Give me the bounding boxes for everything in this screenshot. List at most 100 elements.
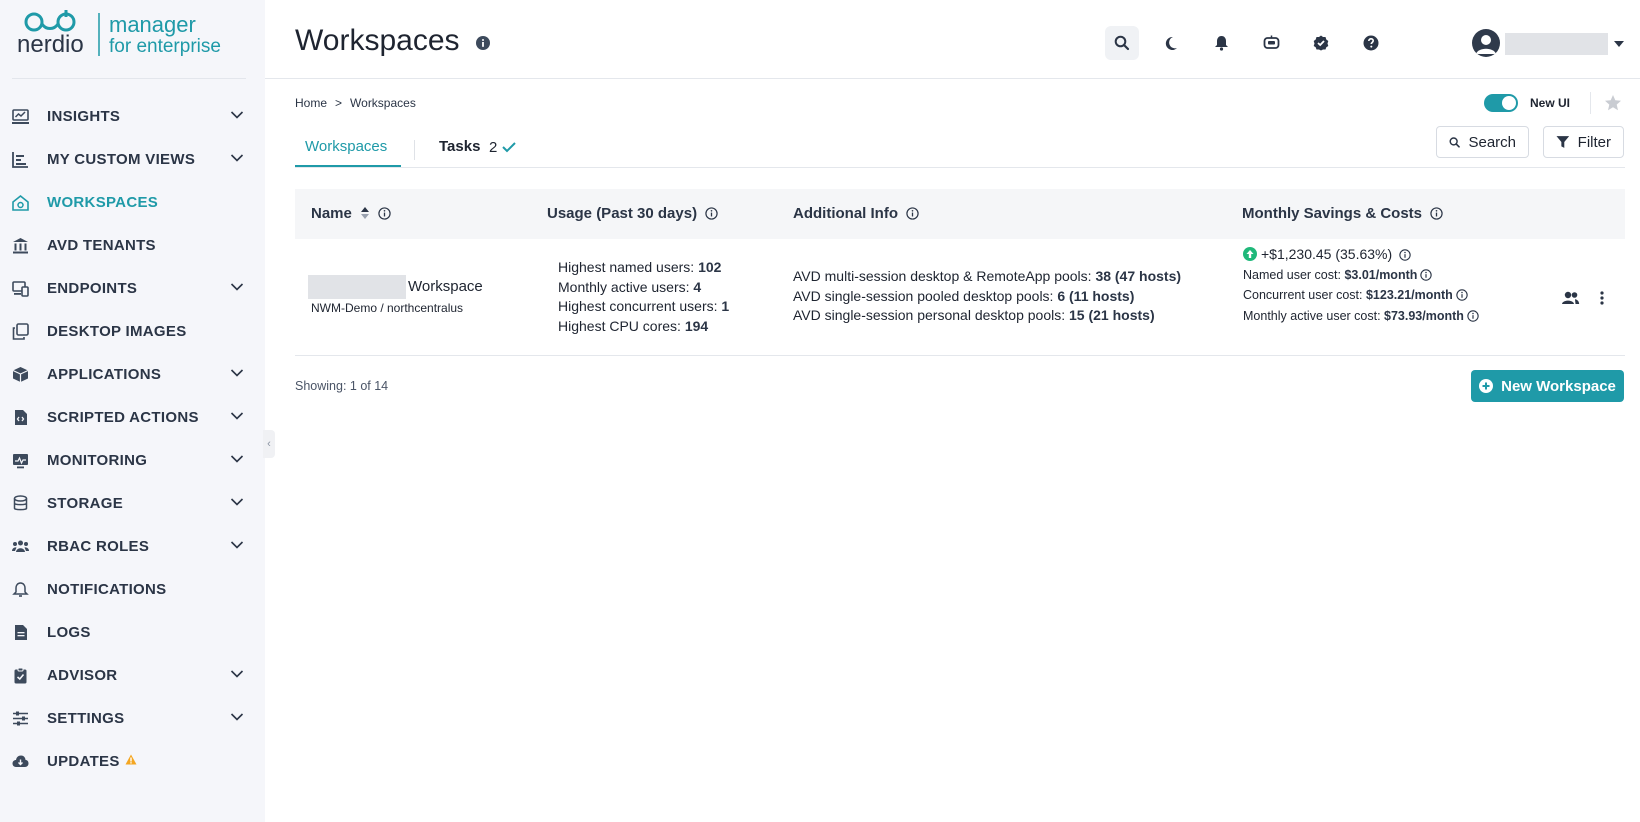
column-header-additional-info: Additional Info	[793, 205, 919, 222]
showing-label: Showing:	[295, 379, 350, 393]
chevron-down-icon[interactable]	[230, 712, 244, 722]
manage-users-icon[interactable]	[1558, 286, 1582, 310]
search-button[interactable]: Search	[1436, 126, 1529, 158]
filter-button[interactable]: Filter	[1543, 126, 1624, 158]
usage-value: 4	[693, 278, 702, 295]
sidebar-item-avd-tenants[interactable]: AVD TENANTS	[0, 225, 265, 265]
plus-circle-icon	[1479, 379, 1494, 393]
info-icon[interactable]	[705, 207, 718, 220]
chat-bot-icon[interactable]	[1254, 26, 1288, 60]
chevron-down-icon[interactable]	[230, 411, 244, 421]
sidebar-item-label: WORKSPACES	[47, 193, 159, 211]
breadcrumb-home[interactable]: Home	[295, 96, 327, 110]
column-header-name[interactable]: Name	[311, 205, 391, 222]
new-ui-toggle-label: New UI	[1530, 96, 1571, 110]
badge-check-icon[interactable]	[1304, 26, 1338, 60]
sidebar-item-workspaces[interactable]: WORKSPACES	[0, 182, 265, 222]
savings-cost-cell: +$1,230.45 (35.63%) Named user cost: $3.…	[1243, 244, 1479, 326]
cost-value: $123.21/month	[1365, 288, 1453, 302]
sidebar-item-monitoring[interactable]: MONITORING	[0, 440, 265, 480]
sidebar-item-rbac-roles[interactable]: RBAC ROLES	[0, 526, 265, 566]
new-workspace-button-label: New Workspace	[1501, 377, 1616, 395]
sidebar-item-advisor[interactable]: ADVISOR	[0, 655, 265, 695]
column-header-usage: Usage (Past 30 days)	[547, 205, 718, 222]
usage-line: Monthly active users: 4	[558, 278, 729, 298]
info-icon[interactable]	[378, 207, 391, 220]
sidebar-item-my-custom-views[interactable]: MY CUSTOM VIEWS	[0, 139, 265, 179]
script-file-icon	[12, 409, 29, 426]
help-icon[interactable]	[1354, 26, 1388, 60]
additional-info-cell: AVD multi-session desktop & RemoteApp po…	[793, 267, 1181, 326]
additional-label: AVD single-session personal desktop pool…	[793, 307, 1070, 323]
sidebar-item-label: UPDATES	[47, 753, 137, 770]
tasks-count: 2	[489, 139, 498, 156]
sidebar-item-settings[interactable]: SETTINGS	[0, 698, 265, 738]
search-icon[interactable]	[1105, 26, 1139, 60]
info-icon[interactable]	[476, 36, 490, 50]
chevron-down-icon[interactable]	[1614, 40, 1624, 48]
usage-label: Highest CPU cores:	[558, 317, 685, 334]
chevron-down-icon[interactable]	[230, 497, 244, 507]
table-row[interactable]: Workspace NWM-Demo / northcentralus High…	[295, 239, 1625, 356]
chart-icon	[12, 151, 29, 168]
user-avatar[interactable]	[1472, 29, 1500, 57]
more-options-icon[interactable]	[1590, 286, 1614, 310]
info-icon[interactable]	[1456, 289, 1468, 301]
nerdio-logo[interactable]: nerdio manager for enterprise	[17, 8, 247, 70]
workspace-name[interactable]: Workspace	[408, 278, 483, 295]
chevron-down-icon[interactable]	[230, 153, 244, 163]
tab-workspaces[interactable]: Workspaces	[305, 138, 387, 155]
sidebar-item-insights[interactable]: INSIGHTS	[0, 96, 265, 136]
search-icon	[1449, 136, 1460, 148]
check-icon	[502, 142, 516, 153]
chevron-down-icon[interactable]	[230, 282, 244, 292]
column-header-additional-label: Additional Info	[793, 205, 898, 222]
sidebar-item-endpoints[interactable]: ENDPOINTS	[0, 268, 265, 308]
additional-label: AVD single-session pooled desktop pools:	[793, 287, 1058, 304]
sidebar-item-label: LOGS	[47, 623, 91, 641]
sidebar-item-logs[interactable]: LOGS	[0, 612, 265, 652]
chevron-down-icon[interactable]	[230, 110, 244, 120]
user-name-redacted[interactable]	[1505, 33, 1608, 55]
sidebar-item-desktop-images[interactable]: DESKTOP IMAGES	[0, 311, 265, 351]
info-icon[interactable]	[906, 207, 919, 220]
usage-cell: Highest named users: 102 Monthly active …	[558, 258, 729, 336]
chevron-down-icon[interactable]	[230, 454, 244, 464]
sidebar-item-label: AVD TENANTS	[47, 236, 156, 254]
page-title: Workspaces	[295, 24, 460, 57]
sidebar-item-applications[interactable]: APPLICATIONS	[0, 354, 265, 394]
sidebar-item-label: RBAC ROLES	[47, 537, 150, 555]
sidebar-item-storage[interactable]: STORAGE	[0, 483, 265, 523]
header-divider	[1590, 92, 1591, 114]
info-icon[interactable]	[1467, 309, 1479, 322]
column-header-usage-label: Usage (Past 30 days)	[547, 205, 698, 222]
info-icon[interactable]	[1420, 268, 1433, 281]
sidebar: nerdio manager for enterprise INSIGHTS MY…	[0, 0, 275, 822]
moon-icon[interactable]	[1154, 26, 1188, 60]
sidebar-item-updates[interactable]: UPDATES	[0, 741, 265, 781]
new-ui-toggle[interactable]	[1484, 94, 1518, 112]
sort-icon[interactable]	[360, 206, 370, 220]
chevron-down-icon[interactable]	[230, 540, 244, 550]
monitor-icon	[12, 452, 29, 469]
sidebar-item-scripted-actions[interactable]: SCRIPTED ACTIONS	[0, 397, 265, 437]
bell-icon[interactable]	[1204, 26, 1238, 60]
chevron-down-icon[interactable]	[230, 669, 244, 679]
cloud-download-icon	[12, 753, 29, 770]
arrow-up-circle-icon	[1243, 247, 1257, 261]
chevron-down-icon[interactable]	[230, 368, 244, 378]
additional-label: AVD multi-session desktop & RemoteApp po…	[793, 268, 1096, 284]
info-icon[interactable]	[1399, 249, 1411, 261]
sidebar-collapse-handle[interactable]: ‹	[263, 430, 275, 458]
svg-text:for enterprise: for enterprise	[109, 36, 221, 57]
info-icon[interactable]	[1430, 207, 1443, 220]
new-workspace-button[interactable]: New Workspace	[1471, 370, 1624, 402]
sidebar-item-notifications[interactable]: NOTIFICATIONS	[0, 569, 265, 609]
cost-value: $73.93/month	[1384, 308, 1464, 323]
cost-line: Named user cost: $3.01/month	[1243, 265, 1479, 286]
tab-tasks[interactable]: Tasks	[439, 138, 480, 155]
svg-text:manager: manager	[109, 12, 196, 37]
sidebar-item-label: NOTIFICATIONS	[47, 580, 167, 598]
star-icon[interactable]	[1604, 94, 1622, 112]
copy-icon	[12, 323, 29, 340]
